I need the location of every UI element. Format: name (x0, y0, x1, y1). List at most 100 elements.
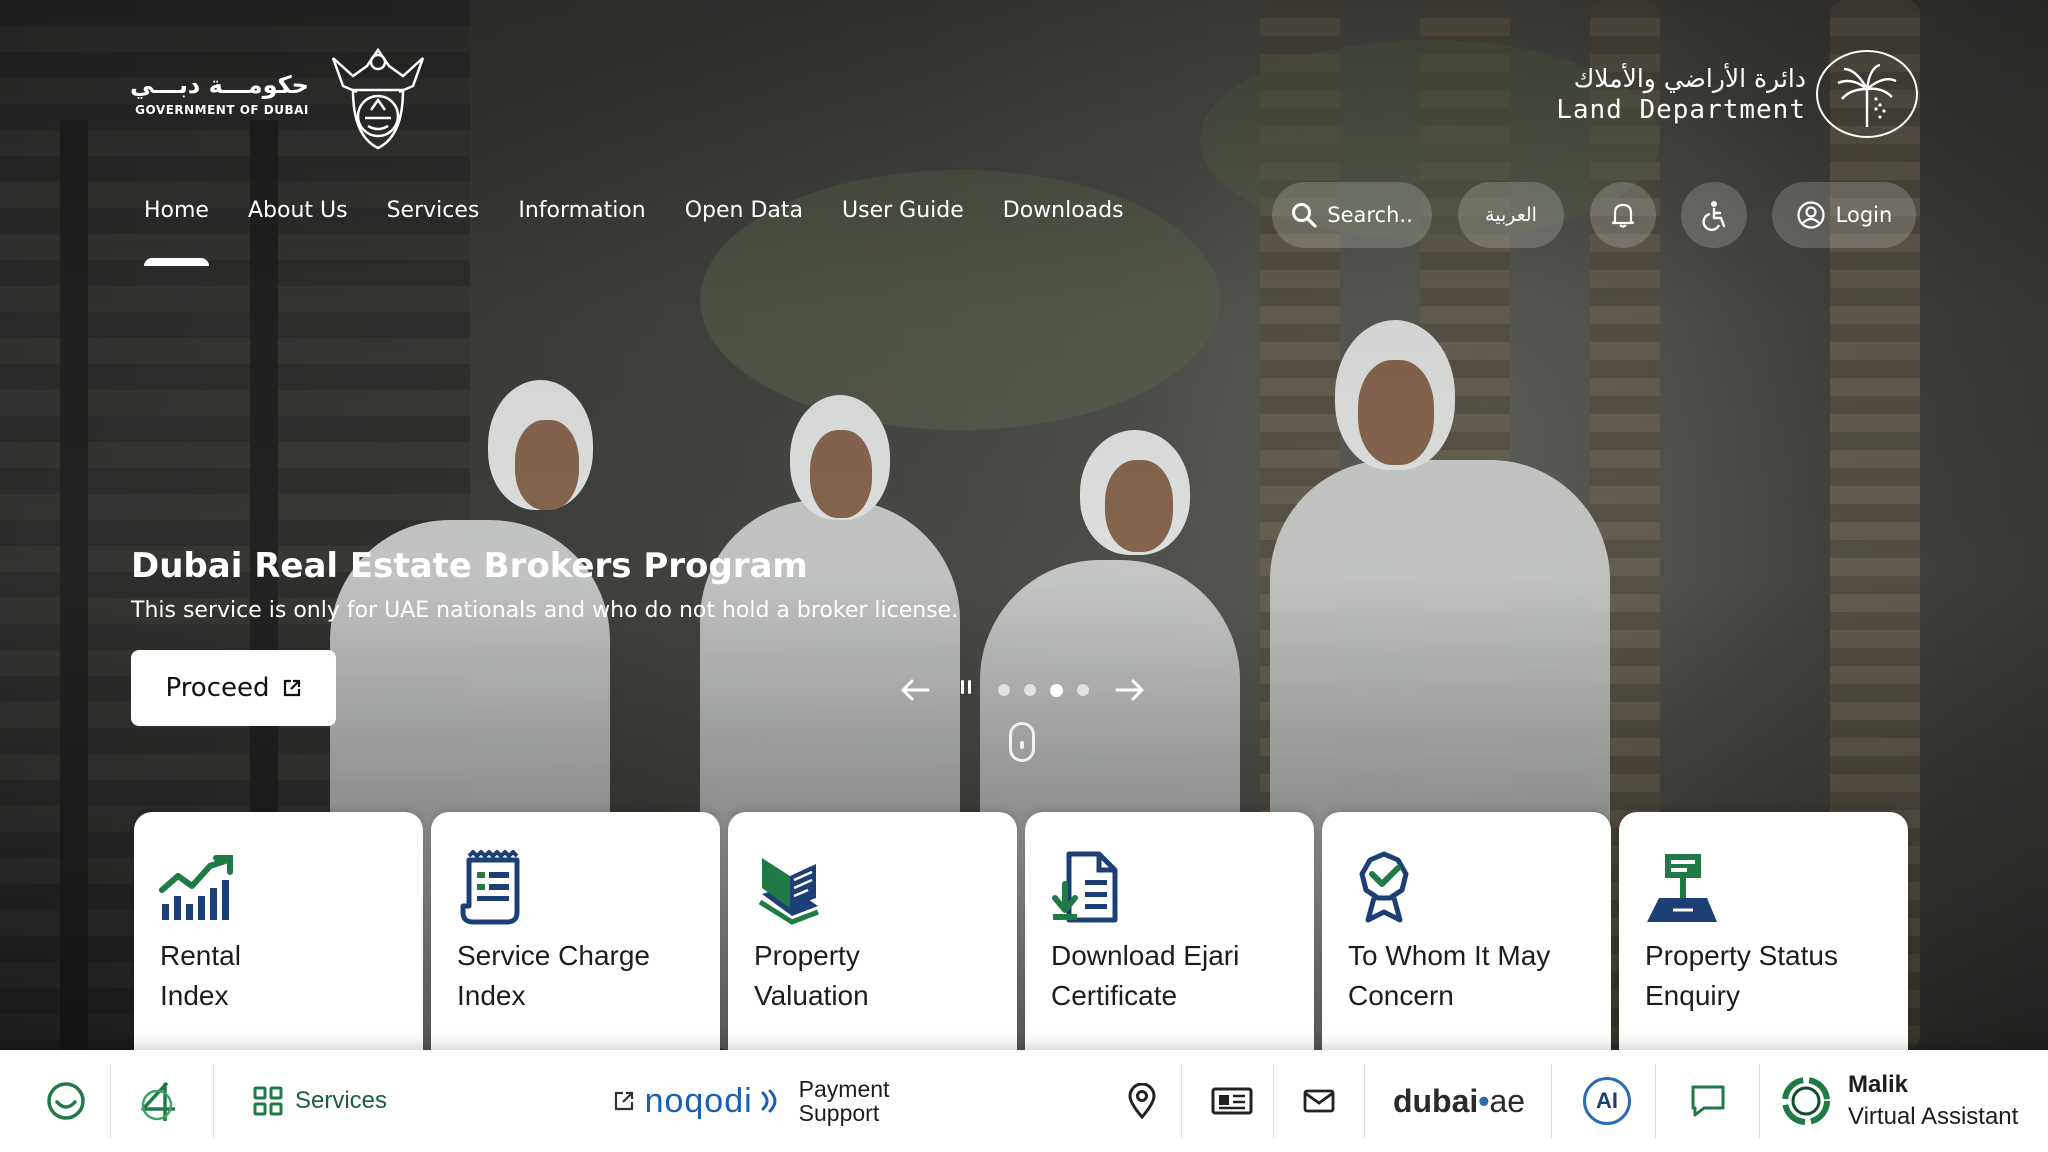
carousel-next-button[interactable] (1111, 670, 1149, 710)
pause-bar (961, 680, 964, 694)
user-circle-icon (1797, 201, 1825, 229)
nav-services[interactable]: Services (387, 198, 480, 223)
divider (110, 1064, 111, 1138)
divider (1551, 1064, 1552, 1138)
happiness-meter-button[interactable] (26, 1062, 106, 1140)
card-to-whom-it-may-concern[interactable]: To Whom It May Concern (1322, 812, 1611, 1062)
card-label-line-2: Concern (1348, 980, 1454, 1011)
divider (1273, 1064, 1274, 1138)
location-button[interactable] (1110, 1062, 1174, 1140)
carousel-dot-4[interactable] (1077, 683, 1089, 696)
falcon-emblem-icon (331, 47, 425, 150)
quick-services: Rental Index Service Charge Index Proper… (134, 812, 1908, 1062)
services-menu-button[interactable]: Services (240, 1062, 400, 1140)
nav-user-guide[interactable]: User Guide (842, 198, 964, 223)
card-label-line-2: Index (457, 980, 526, 1011)
search-icon (1292, 203, 1317, 228)
malik-virtual-assistant-button[interactable]: Malik Virtual Assistant (1780, 1062, 2030, 1140)
dld-logo-english: Land Department (1556, 94, 1806, 125)
carousel-controls (896, 670, 1149, 710)
noqodi-payment-support-link[interactable]: noqodi Payment Support (606, 1062, 896, 1140)
card-download-ejari-certificate[interactable]: Download Ejari Certificate (1025, 812, 1314, 1062)
pause-bar (968, 680, 971, 694)
gov-logo-text: حكومـــة دبـــي GOVERNMENT OF DUBAI (130, 71, 309, 117)
login-label: Login (1835, 203, 1893, 227)
noqodi-waves-icon (761, 1089, 777, 1113)
card-property-status-enquiry[interactable]: Property Status Enquiry (1619, 812, 1908, 1062)
smiley-icon (47, 1082, 85, 1120)
carousel-dot-3[interactable] (1050, 683, 1063, 697)
payment-support-line-1: Payment (798, 1076, 890, 1102)
chat-bubble-icon (1691, 1085, 1725, 1117)
dld-logo-arabic: دائرة الأراضي والأملاك (1573, 63, 1806, 93)
dubai-ae-link[interactable]: dubai•ae (1374, 1062, 1544, 1140)
card-label-line-2: Valuation (754, 980, 869, 1011)
brand-mark-icon (141, 1081, 175, 1121)
carousel-dot-1[interactable] (998, 683, 1010, 696)
malik-role: Virtual Assistant (1848, 1103, 2019, 1130)
card-label-line-1: To Whom It May (1348, 940, 1551, 971)
external-link-icon (283, 679, 300, 697)
dubai-ae-dot: • (1478, 1082, 1490, 1119)
main-nav: Home About Us Services Information Open … (144, 198, 1124, 266)
payment-support-line-2: Support (798, 1100, 880, 1126)
book-valuation-icon (758, 858, 819, 925)
language-label: العربية (1485, 204, 1537, 226)
arrow-right-icon (1115, 679, 1144, 701)
language-toggle[interactable]: العربية (1458, 182, 1564, 248)
government-of-dubai-logo[interactable]: حكومـــة دبـــي GOVERNMENT OF DUBAI (130, 36, 433, 152)
divider (213, 1064, 214, 1138)
payment-support-text: Payment Support (799, 1077, 890, 1125)
arrow-left-icon (901, 679, 930, 701)
malik-name: Malik (1848, 1071, 1909, 1098)
carousel-pause-button[interactable] (956, 680, 976, 700)
land-department-logo[interactable]: دائرة الأراضي والأملاك Land Department (1556, 50, 1918, 138)
carousel-prev-button[interactable] (896, 670, 934, 710)
dubai-reads-button[interactable] (120, 1062, 200, 1140)
notifications-button[interactable] (1590, 182, 1656, 248)
ai-assistant-button[interactable]: AI (1562, 1062, 1652, 1140)
nav-about-us[interactable]: About Us (248, 198, 348, 223)
nav-home[interactable]: Home (144, 198, 209, 266)
news-button[interactable] (1192, 1062, 1272, 1140)
grid-icon (253, 1086, 283, 1116)
divider (1655, 1064, 1656, 1138)
ai-badge-icon: AI (1583, 1077, 1631, 1125)
nav-downloads[interactable]: Downloads (1003, 198, 1124, 223)
card-label-line-1: Property (754, 940, 860, 971)
proceed-button[interactable]: Proceed (131, 650, 336, 726)
chat-button[interactable] (1666, 1062, 1750, 1140)
search-button[interactable]: Search.. (1272, 182, 1432, 248)
assistant-ring-icon (1782, 1077, 1830, 1125)
mail-icon (1303, 1089, 1335, 1113)
external-link-icon (614, 1091, 633, 1111)
scroll-down-icon[interactable] (1009, 722, 1035, 762)
card-label: Property Valuation (754, 936, 1004, 1016)
card-label: Download Ejari Certificate (1051, 936, 1301, 1016)
card-label-line-1: Property Status (1645, 940, 1838, 971)
wheelchair-icon (1702, 201, 1726, 231)
badge-check-icon (1359, 851, 1409, 923)
bell-icon (1611, 203, 1635, 228)
carousel-dots (998, 683, 1089, 697)
accessibility-button[interactable] (1681, 182, 1747, 248)
card-rental-index[interactable]: Rental Index (134, 812, 423, 1062)
card-label-line-1: Rental (160, 940, 241, 971)
card-property-valuation[interactable]: Property Valuation (728, 812, 1017, 1062)
email-button[interactable] (1284, 1062, 1354, 1140)
nav-open-data[interactable]: Open Data (685, 198, 803, 223)
property-sign-icon (1647, 854, 1717, 922)
chart-bars-icon (159, 855, 233, 920)
divider (1181, 1064, 1182, 1138)
dld-logo-text: دائرة الأراضي والأملاك Land Department (1556, 64, 1806, 125)
ai-label: AI (1596, 1088, 1618, 1113)
nav-information[interactable]: Information (518, 198, 645, 223)
card-label: Service Charge Index (457, 936, 707, 1016)
dubai-ae-logo: dubai•ae (1393, 1083, 1525, 1120)
card-service-charge-index[interactable]: Service Charge Index (431, 812, 720, 1062)
download-document-icon (1052, 851, 1118, 923)
login-button[interactable]: Login (1772, 182, 1916, 248)
services-label: Services (294, 1087, 388, 1114)
carousel-dot-2[interactable] (1024, 683, 1036, 696)
card-label: Rental Index (160, 936, 410, 1016)
